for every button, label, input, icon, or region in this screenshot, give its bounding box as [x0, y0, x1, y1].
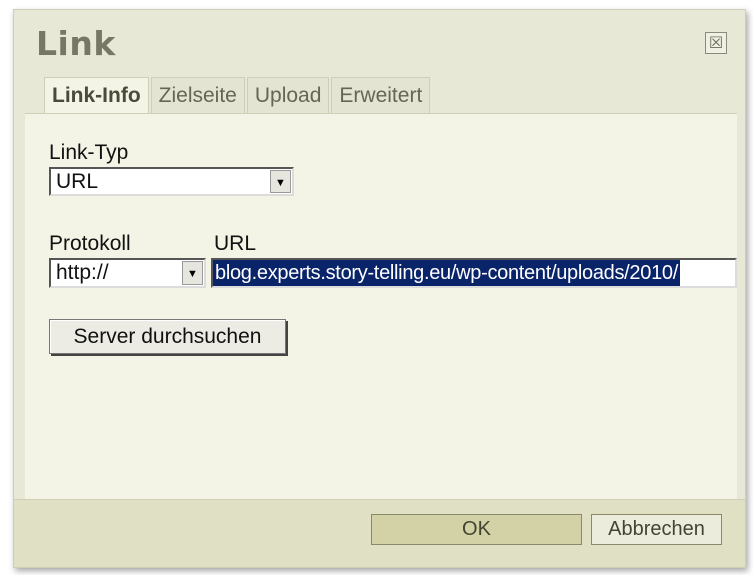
protocol-select[interactable]: http:// ▼ [49, 258, 206, 288]
url-input-value[interactable]: blog.experts.story-telling.eu/wp-content… [213, 260, 680, 286]
url-input[interactable]: blog.experts.story-telling.eu/wp-content… [211, 258, 737, 288]
protocol-label: Protokoll [49, 232, 131, 255]
tab-erweitert[interactable]: Erweitert [331, 77, 431, 114]
browse-server-button[interactable]: Server durchsuchen [49, 319, 286, 354]
link-type-value: URL [56, 170, 99, 193]
ok-button[interactable]: OK [371, 514, 582, 545]
tab-bar: Link-Info Zielseite Upload Erweitert [44, 77, 432, 115]
chevron-down-icon[interactable]: ▼ [270, 170, 291, 193]
link-type-select[interactable]: URL ▼ [49, 167, 294, 196]
link-dialog: Link ☒ Link-Info Zielseite Upload Erweit… [13, 9, 746, 568]
tab-upload[interactable]: Upload [246, 77, 330, 114]
link-info-panel: Link-Typ URL ▼ Protokoll URL http:// ▼ b… [25, 113, 737, 501]
url-label: URL [214, 232, 257, 255]
tab-zielseite[interactable]: Zielseite [150, 77, 245, 114]
close-icon[interactable]: ☒ [709, 33, 723, 52]
link-type-label: Link-Typ [49, 141, 129, 164]
chevron-down-icon[interactable]: ▼ [182, 261, 203, 285]
dialog-footer: OK Abbrechen [14, 499, 745, 567]
cancel-button[interactable]: Abbrechen [591, 514, 722, 545]
protocol-value: http:// [56, 261, 109, 284]
close-button[interactable]: ☒ [705, 32, 727, 54]
dialog-title: Link [36, 24, 116, 63]
tab-link-info[interactable]: Link-Info [44, 77, 149, 115]
